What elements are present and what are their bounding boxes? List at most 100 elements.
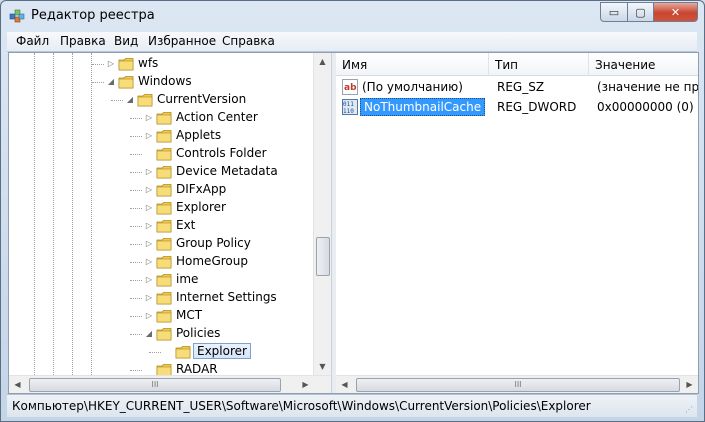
scroll-right-arrow-icon[interactable]: ▶	[297, 376, 314, 393]
folder-icon	[156, 310, 172, 323]
scroll-left-arrow-icon[interactable]: ◀	[336, 376, 353, 393]
tree-node-label: Internet Settings	[176, 290, 277, 304]
tree-connector-line	[130, 334, 142, 335]
tree-connector-line	[149, 352, 161, 353]
tree-horizontal-scrollbar[interactable]: ◀ III ▶	[9, 375, 331, 393]
tree-node[interactable]: ▷ Applets	[9, 127, 309, 145]
tree-node-label: Applets	[176, 128, 222, 142]
tree-node[interactable]: ▷ wfs	[9, 55, 309, 73]
folder-icon	[137, 94, 153, 107]
scroll-right-arrow-icon[interactable]: ▶	[681, 376, 698, 393]
close-icon: ✕	[670, 5, 681, 19]
tree-node[interactable]: ◢ Windows	[9, 73, 309, 91]
tree-node-label: Windows	[138, 74, 192, 88]
column-header-name[interactable]: Имя	[336, 53, 489, 76]
collapsed-arrow-icon[interactable]: ▷	[144, 131, 154, 141]
window-title: Редактор реестра	[31, 8, 155, 23]
folder-icon	[156, 274, 172, 287]
tree-node[interactable]: ▷ Ext	[9, 217, 309, 235]
tree-node[interactable]: ▷ HomeGroup	[9, 253, 309, 271]
list-horizontal-scrollbar[interactable]: ◀ III ▶	[336, 375, 698, 393]
value-row-selected[interactable]: 011 110 NoThumbnailCache REG_DWORD 0x0000…	[336, 98, 698, 116]
menu-file[interactable]: Файл	[16, 34, 49, 48]
client-area: ▷ wfs ◢ Windows ◢ CurrentVersion ▷ Action Cente…	[8, 52, 699, 394]
column-header-type[interactable]: Тип	[489, 53, 589, 76]
expanded-arrow-icon[interactable]: ◢	[106, 77, 116, 87]
window-controls: ▭ ▢ ✕	[600, 2, 698, 22]
close-button[interactable]: ✕	[654, 2, 698, 22]
folder-icon	[156, 112, 172, 125]
resize-grip-icon[interactable]: ⋰	[685, 405, 695, 415]
tree-connector-line	[130, 298, 142, 299]
value-row[interactable]: ab (По умолчанию) REG_SZ (значение не пр…	[336, 78, 698, 96]
collapsed-arrow-icon[interactable]: ▷	[144, 239, 154, 249]
list-hscroll-thumb[interactable]: III	[356, 378, 680, 392]
title-bar[interactable]: Редактор реестра ▭ ▢ ✕	[1, 1, 704, 31]
maximize-button[interactable]: ▢	[628, 2, 654, 22]
minimize-icon: ▭	[608, 5, 620, 19]
values-list[interactable]: Имя Тип Значение ab (По умолчанию) REG_S…	[336, 53, 698, 375]
value-name-selected[interactable]: NoThumbnailCache	[360, 98, 486, 116]
collapsed-arrow-icon[interactable]: ▷	[144, 167, 154, 177]
expanded-arrow-icon[interactable]: ◢	[144, 329, 154, 339]
tree-node[interactable]: ▷ MCT	[9, 307, 309, 325]
value-type: REG_DWORD	[497, 100, 577, 114]
tree-connector-line	[130, 280, 142, 281]
tree-node[interactable]: ▷ Explorer	[9, 199, 309, 217]
tree-node-label: Controls Folder	[176, 146, 267, 160]
expanded-arrow-icon[interactable]: ◢	[125, 95, 135, 105]
menu-help[interactable]: Справка	[222, 34, 275, 48]
tree-node[interactable]: ▷ ime	[9, 271, 309, 289]
tree-vscroll-thumb[interactable]	[316, 237, 330, 276]
collapsed-arrow-icon[interactable]: ▷	[144, 221, 154, 231]
folder-icon	[156, 148, 172, 161]
key-tree[interactable]: ▷ wfs ◢ Windows ◢ CurrentVersion ▷ Action Cente…	[9, 53, 331, 375]
menu-favorites[interactable]: Избранное	[148, 34, 216, 48]
tree-node[interactable]: ◢ CurrentVersion	[9, 91, 309, 109]
maximize-icon: ▢	[635, 5, 646, 19]
svg-text:011: 011	[343, 101, 354, 108]
folder-icon	[156, 328, 172, 341]
tree-node[interactable]: ▷ DIFxApp	[9, 181, 309, 199]
scroll-up-arrow-icon[interactable]: ▲	[314, 53, 331, 70]
menu-view[interactable]: Вид	[114, 34, 138, 48]
collapsed-arrow-icon[interactable]: ▷	[144, 311, 154, 321]
collapsed-arrow-icon[interactable]: ▷	[144, 185, 154, 195]
tree-node[interactable]: Controls Folder	[9, 145, 309, 163]
tree-node[interactable]: ▷ Action Center	[9, 109, 309, 127]
tree-node[interactable]: RADAR	[9, 361, 309, 375]
tree-connector-line	[130, 226, 142, 227]
tree-node-label-selected: Explorer	[193, 343, 251, 359]
tree-node-label: RADAR	[176, 362, 218, 375]
minimize-button[interactable]: ▭	[600, 2, 628, 22]
folder-icon	[156, 238, 172, 251]
tree-node[interactable]: Explorer	[9, 343, 309, 361]
tree-connector-line	[130, 190, 142, 191]
status-bar: Компьютер\HKEY_CURRENT_USER\Software\Mic…	[7, 394, 697, 417]
collapsed-arrow-icon[interactable]: ▷	[144, 275, 154, 285]
collapsed-arrow-icon[interactable]: ▷	[144, 203, 154, 213]
scroll-left-arrow-icon[interactable]: ◀	[9, 376, 26, 393]
collapsed-arrow-icon[interactable]: ▷	[144, 113, 154, 123]
registry-editor-window: Редактор реестра ▭ ▢ ✕ Файл Правка Вид И…	[0, 0, 705, 422]
tree-node[interactable]: ◢ Policies	[9, 325, 309, 343]
tree-connector-line	[92, 64, 104, 65]
menu-edit[interactable]: Правка	[60, 34, 106, 48]
tree-node[interactable]: ▷ Device Metadata	[9, 163, 309, 181]
tree-node[interactable]: ▷ Internet Settings	[9, 289, 309, 307]
tree-vertical-scrollbar[interactable]: ▲ ▼	[313, 53, 331, 375]
collapsed-arrow-icon[interactable]: ▷	[106, 59, 116, 69]
column-header-value[interactable]: Значение	[589, 53, 698, 76]
tree-node-label: HomeGroup	[176, 254, 248, 268]
folder-icon	[156, 364, 172, 375]
tree-connector-line	[111, 100, 123, 101]
tree-hscroll-thumb[interactable]: III	[29, 378, 281, 392]
tree-connector-line	[130, 208, 142, 209]
tree-node[interactable]: ▷ Group Policy	[9, 235, 309, 253]
folder-icon	[175, 346, 191, 359]
collapsed-arrow-icon[interactable]: ▷	[144, 293, 154, 303]
tree-node-label: Ext	[176, 218, 196, 232]
scroll-down-arrow-icon[interactable]: ▼	[314, 358, 331, 375]
svg-text:110: 110	[343, 108, 354, 115]
collapsed-arrow-icon[interactable]: ▷	[144, 257, 154, 267]
